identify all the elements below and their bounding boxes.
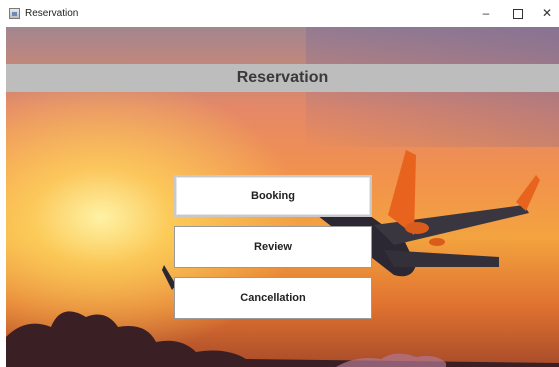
- minimize-button[interactable]: –: [478, 5, 494, 21]
- cancellation-button[interactable]: Cancellation: [174, 277, 372, 319]
- window-titlebar[interactable]: Reservation – ✕: [0, 0, 559, 27]
- booking-button[interactable]: Booking: [174, 175, 372, 217]
- close-button[interactable]: ✕: [539, 5, 555, 21]
- content-panel: Reservation Booking Review Cancellation: [6, 27, 559, 367]
- app-icon: [9, 8, 20, 19]
- page-title: Reservation: [236, 69, 329, 86]
- maximize-icon: [513, 9, 523, 19]
- review-button[interactable]: Review: [174, 226, 372, 268]
- header-band: Reservation: [6, 64, 559, 92]
- close-icon: ✕: [541, 6, 553, 20]
- minimize-icon: –: [482, 6, 490, 20]
- window-title: Reservation: [25, 8, 79, 19]
- maximize-button[interactable]: [510, 5, 526, 21]
